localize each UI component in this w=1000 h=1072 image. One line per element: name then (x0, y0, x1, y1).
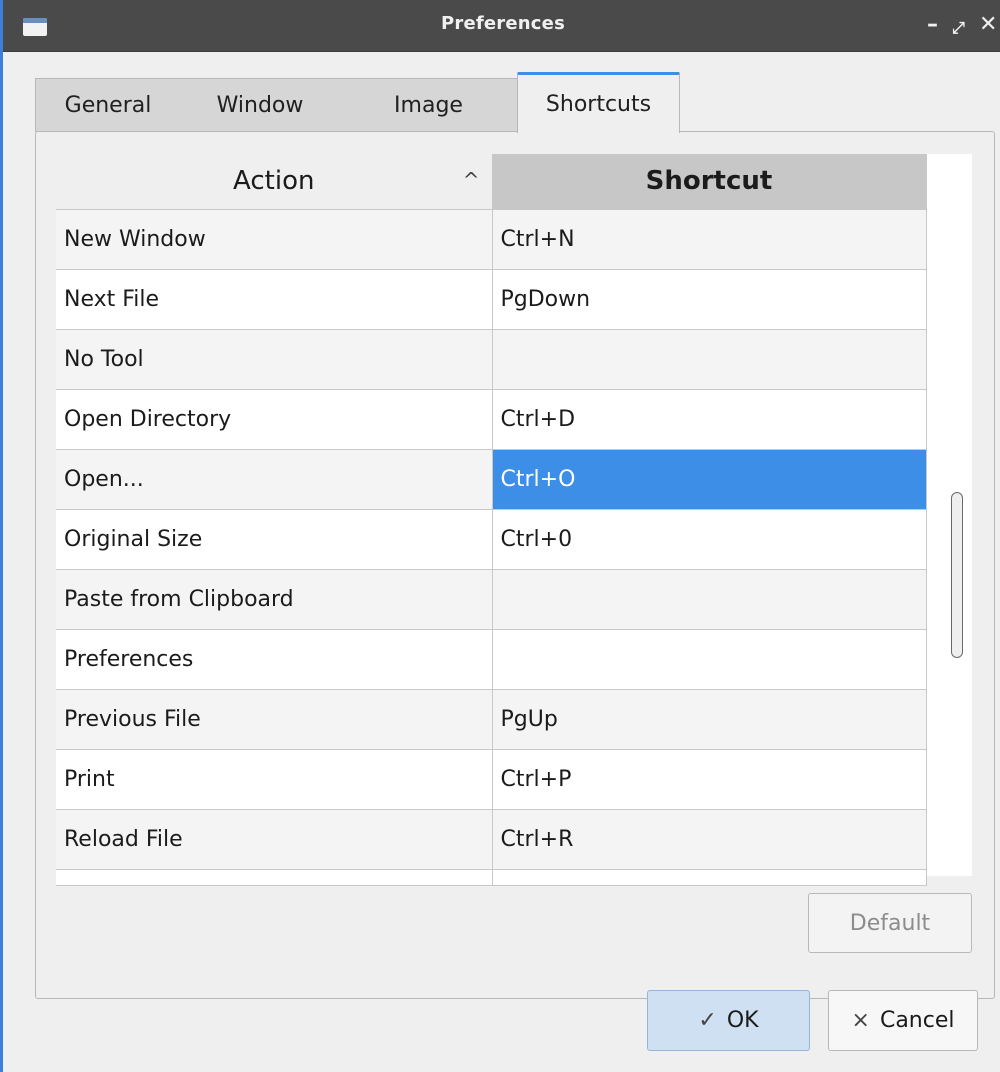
shortcut-cell[interactable]: PgDown (492, 269, 927, 330)
shortcut-cell[interactable]: Ctrl+R (492, 809, 927, 870)
table-row-selected[interactable]: Open... Ctrl+O (56, 449, 927, 510)
table-row[interactable]: Original Size Ctrl+0 (56, 509, 927, 570)
column-header-shortcut[interactable]: Shortcut (492, 154, 927, 210)
tab-window[interactable]: Window (180, 78, 340, 132)
table-row[interactable]: Paste from Clipboard (56, 569, 927, 630)
table-row-partial (56, 869, 927, 886)
action-cell[interactable]: Original Size (56, 509, 493, 570)
table-row[interactable]: No Tool (56, 329, 927, 390)
shortcut-cell[interactable] (492, 329, 927, 390)
shortcut-cell-selected[interactable]: Ctrl+O (492, 449, 927, 510)
table-row[interactable]: Reload File Ctrl+R (56, 809, 927, 870)
maximize-icon[interactable]: ⤢ (952, 15, 965, 41)
shortcut-cell[interactable] (492, 569, 927, 630)
ok-button-label: OK (726, 1008, 759, 1033)
action-cell[interactable]: Open... (56, 449, 493, 510)
column-header-action-label: Action (233, 166, 315, 197)
table-row[interactable]: Next File PgDown (56, 269, 927, 330)
shortcut-cell[interactable]: PgUp (492, 689, 927, 750)
shortcut-cell[interactable] (492, 629, 927, 690)
shortcuts-table: Action ^ Shortcut New Window Ctrl+N Next… (56, 154, 927, 886)
tab-shortcuts[interactable]: Shortcuts (517, 72, 680, 133)
column-header-action[interactable]: Action ^ (56, 154, 493, 210)
action-cell-empty (56, 869, 493, 886)
cancel-button-label: Cancel (879, 1008, 955, 1033)
cancel-button[interactable]: × Cancel (828, 990, 978, 1051)
window-title: Preferences (440, 13, 565, 34)
table-header-row: Action ^ Shortcut (56, 154, 927, 210)
action-cell[interactable]: New Window (56, 209, 493, 270)
table-row[interactable]: Print Ctrl+P (56, 749, 927, 810)
action-cell[interactable]: No Tool (56, 329, 493, 390)
shortcut-cell[interactable]: Ctrl+P (492, 749, 927, 810)
table-row[interactable]: Open Directory Ctrl+D (56, 389, 927, 450)
action-cell[interactable]: Paste from Clipboard (56, 569, 493, 630)
shortcut-cell[interactable]: Ctrl+N (492, 209, 927, 270)
action-cell[interactable]: Next File (56, 269, 493, 330)
cancel-x-icon: × (851, 1008, 870, 1033)
shortcuts-panel: Action ^ Shortcut New Window Ctrl+N Next… (35, 131, 995, 999)
sort-ascending-icon: ^ (462, 168, 480, 192)
tab-image[interactable]: Image (340, 78, 517, 132)
default-button[interactable]: Default (808, 893, 972, 953)
title-bar[interactable]: Preferences – ⤢ ✕ (3, 0, 1000, 52)
action-cell[interactable]: Open Directory (56, 389, 493, 450)
preferences-window: Preferences – ⤢ ✕ General Window Image S… (0, 0, 1000, 1072)
action-cell[interactable]: Preferences (56, 629, 493, 690)
shortcut-cell[interactable]: Ctrl+0 (492, 509, 927, 570)
tab-general[interactable]: General (35, 78, 180, 132)
action-cell[interactable]: Previous File (56, 689, 493, 750)
action-cell[interactable]: Print (56, 749, 493, 810)
shortcut-cell-empty (492, 869, 927, 886)
table-row[interactable]: Previous File PgUp (56, 689, 927, 750)
scrollbar-thumb[interactable] (951, 492, 963, 658)
action-cell[interactable]: Reload File (56, 809, 493, 870)
close-icon[interactable]: ✕ (979, 12, 997, 38)
vertical-scrollbar[interactable] (942, 154, 972, 876)
default-button-label: Default (849, 910, 931, 936)
table-row[interactable]: New Window Ctrl+N (56, 209, 927, 270)
minimize-icon[interactable]: – (927, 12, 938, 38)
ok-button[interactable]: ✓ OK (647, 990, 810, 1051)
shortcut-cell[interactable]: Ctrl+D (492, 389, 927, 450)
table-row[interactable]: Preferences (56, 629, 927, 690)
checkmark-icon: ✓ (698, 1008, 717, 1033)
shortcuts-table-container: Action ^ Shortcut New Window Ctrl+N Next… (56, 154, 972, 886)
